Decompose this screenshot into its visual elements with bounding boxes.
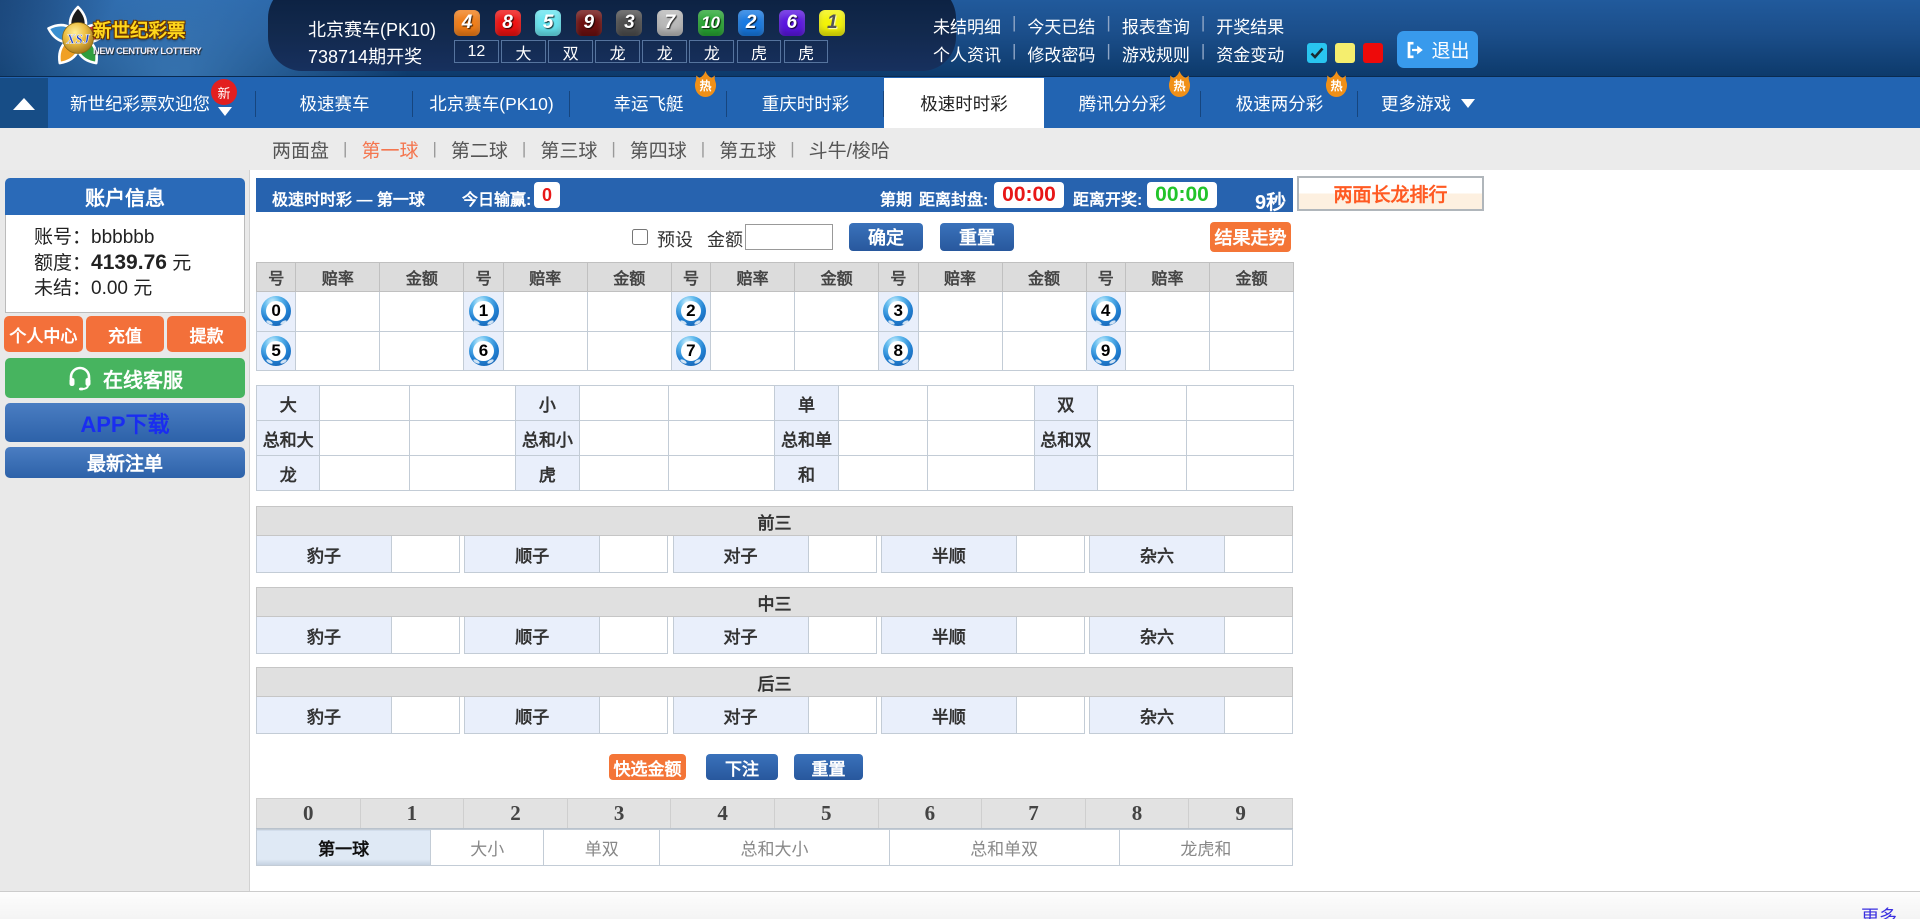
svg-text:热: 热 <box>1173 78 1185 93</box>
svg-text:热: 热 <box>699 78 711 93</box>
svg-text:热: 热 <box>1330 78 1342 93</box>
svg-text:XSJ: XSJ <box>65 32 91 47</box>
